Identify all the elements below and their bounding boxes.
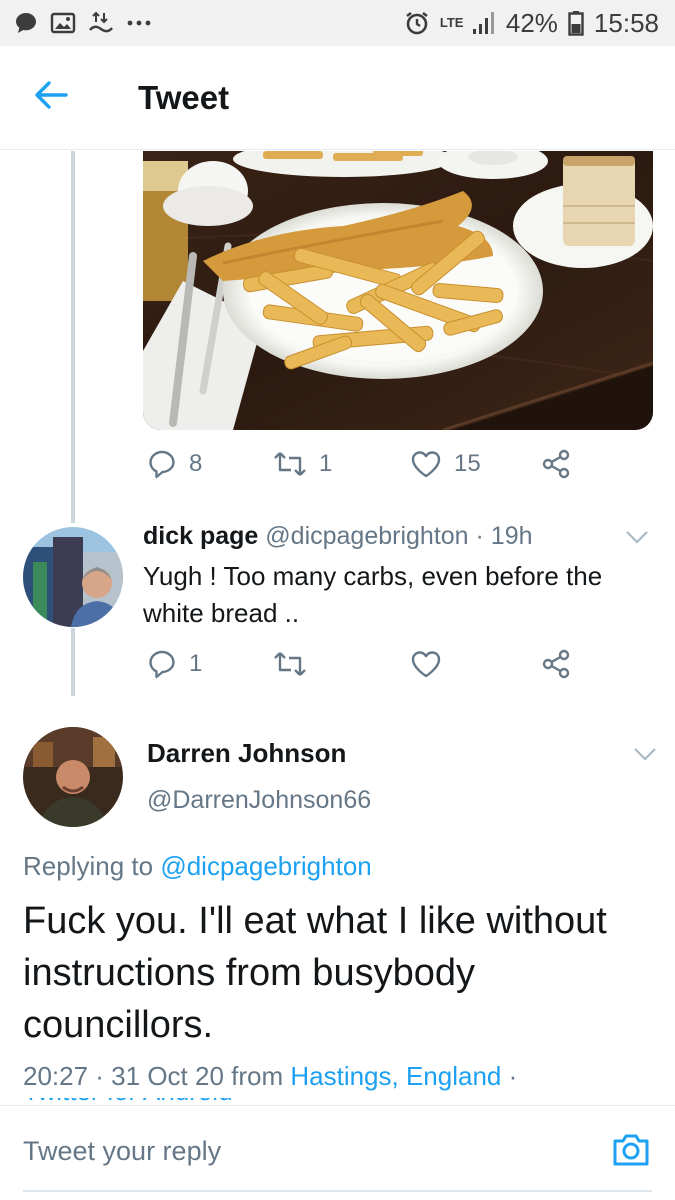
camera-button[interactable] <box>611 1132 651 1173</box>
status-right-icons: LTE 42% 15:58 <box>404 8 659 39</box>
reply-timestamp: 19h <box>490 522 533 550</box>
tweet-timestamp: 20:27 · 31 Oct 20 from <box>23 1061 291 1091</box>
reply-icon <box>147 649 177 679</box>
tweet-menu-button[interactable] <box>632 745 658 768</box>
location-link[interactable]: Hastings, England <box>290 1061 501 1091</box>
author-handle[interactable]: @DarrenJohnson66 <box>147 786 371 815</box>
battery-icon <box>568 10 584 36</box>
reply-author-name[interactable]: dick page <box>143 522 258 550</box>
like-button[interactable]: 15 <box>410 449 481 479</box>
like-count: 15 <box>454 450 481 477</box>
retweet-icon <box>273 649 307 679</box>
data-transfer-icon <box>88 10 114 36</box>
avatar[interactable] <box>23 527 123 627</box>
reply-count: 8 <box>189 450 203 477</box>
signal-icon <box>472 11 496 35</box>
alarm-icon <box>404 10 430 36</box>
reply-button[interactable]: 1 <box>147 649 202 679</box>
share-button[interactable] <box>541 449 571 479</box>
image-tweet-actions: 8 1 15 <box>143 449 653 485</box>
heart-icon <box>410 449 442 479</box>
thread-connector-line <box>71 628 75 696</box>
image-icon <box>50 11 76 35</box>
page-title: Tweet <box>138 78 230 116</box>
status-left-icons <box>14 10 152 36</box>
more-icon <box>126 18 152 28</box>
replying-to-label: Replying to <box>23 851 161 881</box>
reply-input-underline <box>23 1190 652 1192</box>
back-arrow-icon <box>34 80 68 115</box>
author-name[interactable]: Darren Johnson <box>147 738 346 769</box>
replying-to-link[interactable]: @dicpagebrighton <box>160 851 371 881</box>
replying-to-line: Replying to @dicpagebrighton <box>23 851 372 882</box>
thread-connector-line <box>71 151 75 523</box>
share-button[interactable] <box>541 649 571 679</box>
share-icon <box>541 449 571 479</box>
like-button[interactable] <box>410 649 442 679</box>
share-icon <box>541 649 571 679</box>
reply-separator: · <box>468 522 491 550</box>
meta-separator: · <box>501 1061 518 1091</box>
tweet-metadata: 20:27 · 31 Oct 20 from Hastings, England… <box>23 1061 517 1092</box>
avatar[interactable] <box>23 727 123 827</box>
retweet-button[interactable] <box>273 649 307 679</box>
tweet-text: Fuck you. I'll eat what I like without i… <box>23 900 607 1046</box>
reply-text: Yugh ! Too many carbs, even before the w… <box>143 561 603 628</box>
reply-actions: 1 <box>143 649 653 685</box>
top-app-bar: Tweet <box>0 46 675 150</box>
camera-icon <box>611 1134 651 1172</box>
network-type: LTE <box>439 15 464 30</box>
back-button[interactable] <box>6 46 96 150</box>
reply-count: 1 <box>189 650 203 677</box>
reply-header: dick page @dicpagebrighton · 19h <box>143 522 533 551</box>
fish-and-chips-photo[interactable] <box>143 151 653 430</box>
heart-icon <box>410 649 442 679</box>
retweet-button[interactable]: 1 <box>273 449 332 479</box>
chevron-down-icon <box>624 531 650 550</box>
reply-composer-bar: Tweet your reply <box>0 1105 675 1200</box>
reply-input[interactable]: Tweet your reply <box>23 1136 221 1167</box>
retweet-count: 1 <box>319 450 333 477</box>
retweet-icon <box>273 449 307 479</box>
battery-percent: 42% <box>505 7 558 38</box>
reply-menu-button[interactable] <box>624 528 650 551</box>
reply-author-handle[interactable]: @dicpagebrighton <box>265 522 468 550</box>
reply-icon <box>147 449 177 479</box>
chevron-down-icon <box>632 748 658 767</box>
reply-button[interactable]: 8 <box>147 449 202 479</box>
clock: 15:58 <box>593 7 659 38</box>
status-bar: LTE 42% 15:58 <box>0 0 675 46</box>
message-icon <box>14 11 38 35</box>
